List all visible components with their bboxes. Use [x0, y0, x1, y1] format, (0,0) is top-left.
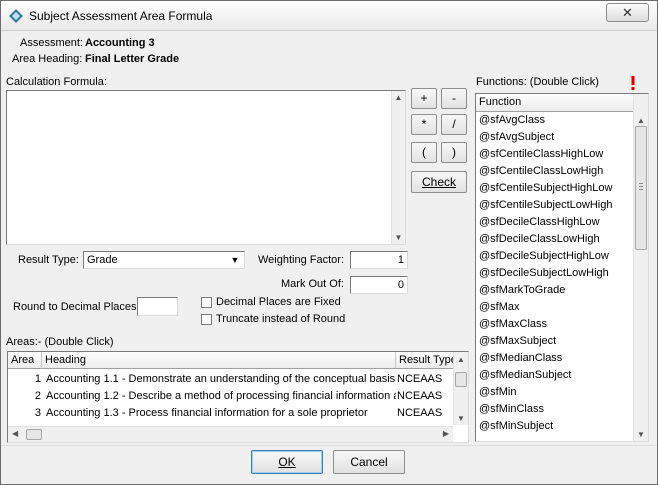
truncate-label: Truncate instead of Round: [216, 313, 346, 325]
areas-column-result-type[interactable]: Result Type: [396, 352, 454, 369]
area-heading: Accounting 1.1 - Demonstrate an understa…: [46, 373, 396, 385]
area-number: 2: [34, 390, 41, 402]
function-list-item[interactable]: @sfMaxClass: [476, 316, 633, 333]
function-list-item[interactable]: @sfDecileSubjectHighLow: [476, 248, 633, 265]
weighting-factor-label: Weighting Factor:: [258, 254, 345, 266]
multiply-button[interactable]: *: [411, 114, 437, 135]
function-list-item[interactable]: @sfDecileClassLowHigh: [476, 231, 633, 248]
functions-list[interactable]: Function @sfAvgClass @sfAvgSubject @sfCent…: [475, 93, 649, 442]
area-heading-value: Final Letter Grade: [85, 53, 180, 65]
app-diamond-icon: [9, 9, 23, 23]
scroll-down-icon[interactable]: ▼: [392, 233, 405, 242]
chevron-down-icon[interactable]: ▼: [227, 253, 243, 267]
areas-label: Areas:- (Double Click): [6, 336, 114, 348]
area-number: 1: [34, 373, 41, 385]
areas-grid[interactable]: Area Heading Result Type 1 Accounting 1.1…: [7, 351, 469, 443]
weighting-factor-value: 1: [397, 254, 404, 266]
decimal-fixed-label: Decimal Places are Fixed: [216, 296, 341, 308]
area-number: 3: [34, 407, 41, 419]
function-list-item[interactable]: @sfMarkToGrade: [476, 282, 633, 299]
assessment-label: Assessment:: [20, 37, 83, 49]
areas-scroll-left-icon[interactable]: ◀: [12, 429, 18, 438]
functions-scroll-down-icon[interactable]: ▼: [634, 430, 648, 439]
result-type-select[interactable]: Grade ▼: [83, 251, 245, 269]
close-paren-button[interactable]: ): [441, 142, 467, 163]
areas-scroll-up-icon[interactable]: ▲: [454, 355, 468, 364]
ok-button[interactable]: OK: [251, 450, 323, 474]
mark-out-of-label: Mark Out Of:: [281, 278, 344, 290]
area-heading: Accounting 1.3 - Process financial infor…: [46, 407, 368, 419]
function-list-item[interactable]: @sfAvgClass: [476, 112, 633, 129]
exclamation-icon: [631, 76, 635, 90]
function-list-item[interactable]: @sfMedianClass: [476, 350, 633, 367]
functions-items: @sfAvgClass @sfAvgSubject @sfCentileClassH…: [476, 112, 633, 435]
table-row[interactable]: 2 Accounting 1.2 - Describe a method of p…: [8, 388, 454, 405]
mark-out-of-value: 0: [397, 279, 404, 291]
table-row[interactable]: 3 Accounting 1.3 - Process financial info…: [8, 405, 454, 422]
areas-hscrollbar[interactable]: ◀ ▶: [8, 426, 453, 442]
function-list-item[interactable]: @sfMedianSubject: [476, 367, 633, 384]
divide-button[interactable]: /: [441, 114, 467, 135]
calculation-formula-input[interactable]: ▲ ▼: [6, 90, 406, 245]
check-button[interactable]: Check: [411, 171, 467, 193]
title-bar: Subject Assessment Area Formula ✕: [1, 1, 657, 31]
result-type-value: Grade: [87, 254, 118, 266]
mark-out-of-input[interactable]: 0: [350, 276, 408, 294]
plus-button[interactable]: +: [411, 88, 437, 109]
areas-column-heading[interactable]: Heading: [42, 352, 396, 369]
area-result-type: NCEAAS: [397, 390, 443, 402]
weighting-factor-input[interactable]: 1: [350, 251, 408, 269]
truncate-checkbox[interactable]: [201, 314, 212, 325]
areas-vscroll-thumb[interactable]: [455, 372, 467, 387]
function-list-item[interactable]: @sfAvgSubject: [476, 129, 633, 146]
functions-label: Functions: (Double Click): [476, 76, 599, 88]
table-row[interactable]: 1 Accounting 1.1 - Demonstrate an underst…: [8, 371, 454, 388]
functions-column-header[interactable]: Function: [476, 94, 633, 112]
function-list-item[interactable]: @sfMinClass: [476, 401, 633, 418]
decimal-fixed-checkbox[interactable]: [201, 297, 212, 308]
scroll-up-icon[interactable]: ▲: [392, 93, 405, 102]
round-decimal-label: Round to Decimal Places:: [13, 301, 140, 313]
functions-scrollbar[interactable]: ▲ ▼: [633, 94, 648, 441]
areas-scroll-right-icon[interactable]: ▶: [443, 429, 449, 438]
function-list-item[interactable]: @sfDecileSubjectLowHigh: [476, 265, 633, 282]
function-list-item[interactable]: @sfCentileSubjectLowHigh: [476, 197, 633, 214]
round-decimal-input[interactable]: [137, 297, 178, 316]
close-button[interactable]: ✕: [606, 3, 649, 22]
assessment-value: Accounting 3: [85, 37, 155, 49]
footer-divider: [1, 445, 657, 446]
areas-vscrollbar[interactable]: ▲ ▼: [453, 352, 468, 425]
formula-scrollbar[interactable]: ▲ ▼: [391, 91, 405, 244]
function-list-item[interactable]: @sfCentileClassHighLow: [476, 146, 633, 163]
functions-scroll-up-icon[interactable]: ▲: [634, 116, 648, 125]
areas-column-area[interactable]: Area: [8, 352, 42, 369]
open-paren-button[interactable]: (: [411, 142, 437, 163]
calculation-formula-label: Calculation Formula:: [6, 76, 107, 88]
function-list-item[interactable]: @sfDecileClassHighLow: [476, 214, 633, 231]
function-list-item[interactable]: @sfCentileSubjectHighLow: [476, 180, 633, 197]
areas-scroll-down-icon[interactable]: ▼: [454, 414, 468, 423]
cancel-button[interactable]: Cancel: [333, 450, 405, 474]
function-list-item[interactable]: @sfMaxSubject: [476, 333, 633, 350]
function-list-item[interactable]: @sfMinSubject: [476, 418, 633, 435]
areas-hscroll-thumb[interactable]: [26, 429, 42, 440]
area-result-type: NCEAAS: [397, 407, 443, 419]
close-icon: ✕: [622, 5, 633, 20]
area-heading: Accounting 1.2 - Describe a method of pr…: [46, 390, 396, 402]
window-title: Subject Assessment Area Formula: [29, 9, 213, 23]
function-list-item[interactable]: @sfCentileClassLowHigh: [476, 163, 633, 180]
area-result-type: NCEAAS: [397, 373, 443, 385]
dialog-window: Subject Assessment Area Formula ✕ Assess…: [0, 0, 658, 485]
area-heading-label: Area Heading:: [12, 53, 83, 65]
functions-scroll-thumb[interactable]: [635, 126, 647, 250]
minus-button[interactable]: -: [441, 88, 467, 109]
result-type-label: Result Type:: [18, 254, 79, 266]
function-list-item[interactable]: @sfMin: [476, 384, 633, 401]
function-list-item[interactable]: @sfMax: [476, 299, 633, 316]
